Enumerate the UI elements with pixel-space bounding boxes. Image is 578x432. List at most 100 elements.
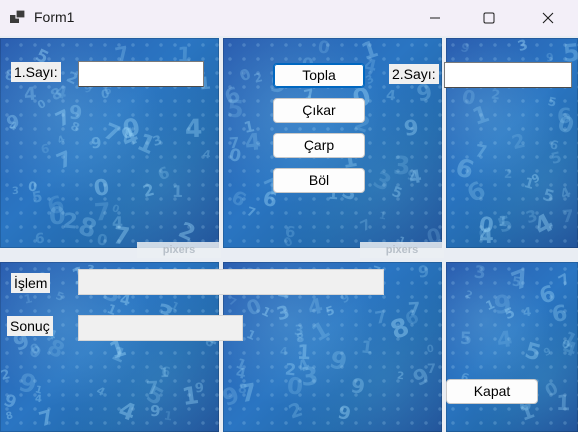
background-digit: 3 bbox=[523, 205, 540, 228]
app-icon bbox=[10, 9, 26, 24]
background-digit: 2 bbox=[61, 208, 79, 234]
background-digit: 7 bbox=[35, 404, 56, 432]
background-digit: 3 bbox=[363, 71, 377, 88]
background-digit: 1 bbox=[159, 365, 170, 382]
background-digit: 5 bbox=[389, 183, 405, 203]
background-digit: 7 bbox=[93, 197, 112, 227]
sonuc-label: Sonuç bbox=[7, 316, 53, 336]
background-digit: 9 bbox=[417, 262, 430, 282]
background-digit: 6 bbox=[39, 141, 51, 157]
background-digit: 1 bbox=[497, 213, 509, 231]
sayi1-input[interactable] bbox=[78, 61, 204, 87]
background-digit: 8 bbox=[74, 211, 101, 244]
sayi2-input[interactable] bbox=[444, 62, 572, 88]
background-digit: 0 bbox=[281, 233, 296, 248]
maximize-button[interactable] bbox=[466, 0, 512, 36]
background-digit: 9 bbox=[402, 115, 421, 141]
islem-output[interactable] bbox=[78, 269, 384, 295]
background-digit: 4 bbox=[117, 122, 143, 154]
background-digit: 2 bbox=[503, 166, 513, 182]
background-digit: 9 bbox=[68, 101, 83, 125]
background-digit: 4 bbox=[558, 184, 574, 204]
background-digit: 0 bbox=[554, 111, 577, 140]
background-digit: 7 bbox=[245, 204, 258, 220]
background-digit: 0 bbox=[541, 378, 562, 402]
background-digit: 8 bbox=[236, 381, 249, 398]
background-digit: 9 bbox=[409, 362, 434, 392]
cikar-button[interactable]: Çıkar bbox=[273, 98, 365, 123]
background-digit: 0 bbox=[460, 85, 478, 111]
background-digit: 7 bbox=[237, 377, 259, 409]
background-digit: 5 bbox=[521, 338, 544, 367]
background-digit: 2 bbox=[490, 87, 501, 104]
background-digit: 6 bbox=[34, 230, 46, 248]
background-digit: 4 bbox=[111, 212, 124, 233]
background-digit: 7 bbox=[111, 220, 132, 248]
background-digit: 9 bbox=[459, 40, 472, 56]
background-digit: 0 bbox=[91, 174, 112, 203]
background-digit: 1 bbox=[469, 101, 493, 131]
background-digit: 6 bbox=[44, 191, 68, 221]
background-digit: 9 bbox=[492, 289, 513, 320]
background-digit: 2 bbox=[140, 179, 157, 202]
background-digit: 1 bbox=[521, 174, 536, 194]
background-digit: 1 bbox=[358, 38, 382, 66]
background-digit: 3 bbox=[515, 38, 530, 56]
background-digit: 6 bbox=[550, 301, 569, 328]
background-digit: 2 bbox=[284, 359, 298, 380]
background-digit: 9 bbox=[349, 373, 367, 399]
background-digit: 1 bbox=[33, 384, 44, 397]
background-tile: 5516517516494372049615260 bbox=[446, 262, 578, 432]
sonuc-output[interactable] bbox=[78, 315, 243, 341]
background-digit: 4 bbox=[529, 207, 559, 242]
bol-button[interactable]: Böl bbox=[273, 168, 365, 193]
background-digit: 8 bbox=[386, 311, 414, 346]
background-digit: 9 bbox=[15, 367, 40, 400]
background-digit: 4 bbox=[305, 293, 325, 321]
background-digit: 1 bbox=[296, 339, 312, 365]
close-button[interactable] bbox=[525, 0, 571, 36]
background-digit: 0 bbox=[110, 203, 121, 216]
minimize-icon bbox=[430, 17, 440, 19]
background-digit: 3 bbox=[274, 301, 293, 326]
background-digit: 4 bbox=[114, 396, 140, 428]
background-digit: 0 bbox=[27, 340, 44, 359]
background-digit: 5 bbox=[323, 303, 337, 319]
background-digit: 7 bbox=[507, 262, 535, 297]
background-digit: 9 bbox=[149, 401, 161, 421]
background-digit: 2 bbox=[252, 70, 264, 86]
background-digit: 6 bbox=[462, 175, 491, 209]
background-digit: 0 bbox=[100, 86, 111, 102]
background-digit: 4 bbox=[294, 354, 313, 377]
minimize-button[interactable] bbox=[412, 0, 458, 36]
background-digit: 3 bbox=[293, 322, 305, 340]
background-digit: 0 bbox=[35, 96, 49, 113]
background-digit: 7 bbox=[373, 307, 389, 329]
background-digit: 9 bbox=[326, 345, 351, 377]
background-digit: 0 bbox=[477, 212, 496, 238]
background-digit: 0 bbox=[27, 179, 38, 196]
background-digit: 8 bbox=[295, 330, 305, 346]
background-digit: 8 bbox=[4, 410, 15, 423]
background-digit: 4 bbox=[52, 81, 70, 105]
background-digit: 7 bbox=[145, 377, 159, 400]
background-digit: 6 bbox=[159, 364, 172, 381]
background-digit: 0 bbox=[560, 337, 572, 352]
background-digit: 1 bbox=[483, 296, 497, 314]
background-digit: 5 bbox=[546, 94, 558, 110]
background-digit: 3 bbox=[368, 166, 396, 198]
background-digit: 0 bbox=[242, 293, 266, 321]
topla-button[interactable]: Topla bbox=[273, 63, 365, 88]
background-digit: 7 bbox=[473, 141, 489, 163]
background-digit: 1 bbox=[171, 181, 184, 202]
background-digit: 2 bbox=[396, 370, 405, 383]
background-digit: 1 bbox=[168, 298, 182, 315]
carp-button[interactable]: Çarp bbox=[273, 133, 365, 158]
background-digit: 4 bbox=[23, 83, 38, 106]
background-digit: 5 bbox=[540, 184, 557, 207]
background-digit: 4 bbox=[34, 393, 43, 406]
watermark: pixers bbox=[360, 242, 444, 258]
kapat-button[interactable]: Kapat bbox=[446, 379, 538, 404]
background-digit: 0 bbox=[478, 226, 489, 243]
background-digit: 7 bbox=[51, 104, 75, 132]
